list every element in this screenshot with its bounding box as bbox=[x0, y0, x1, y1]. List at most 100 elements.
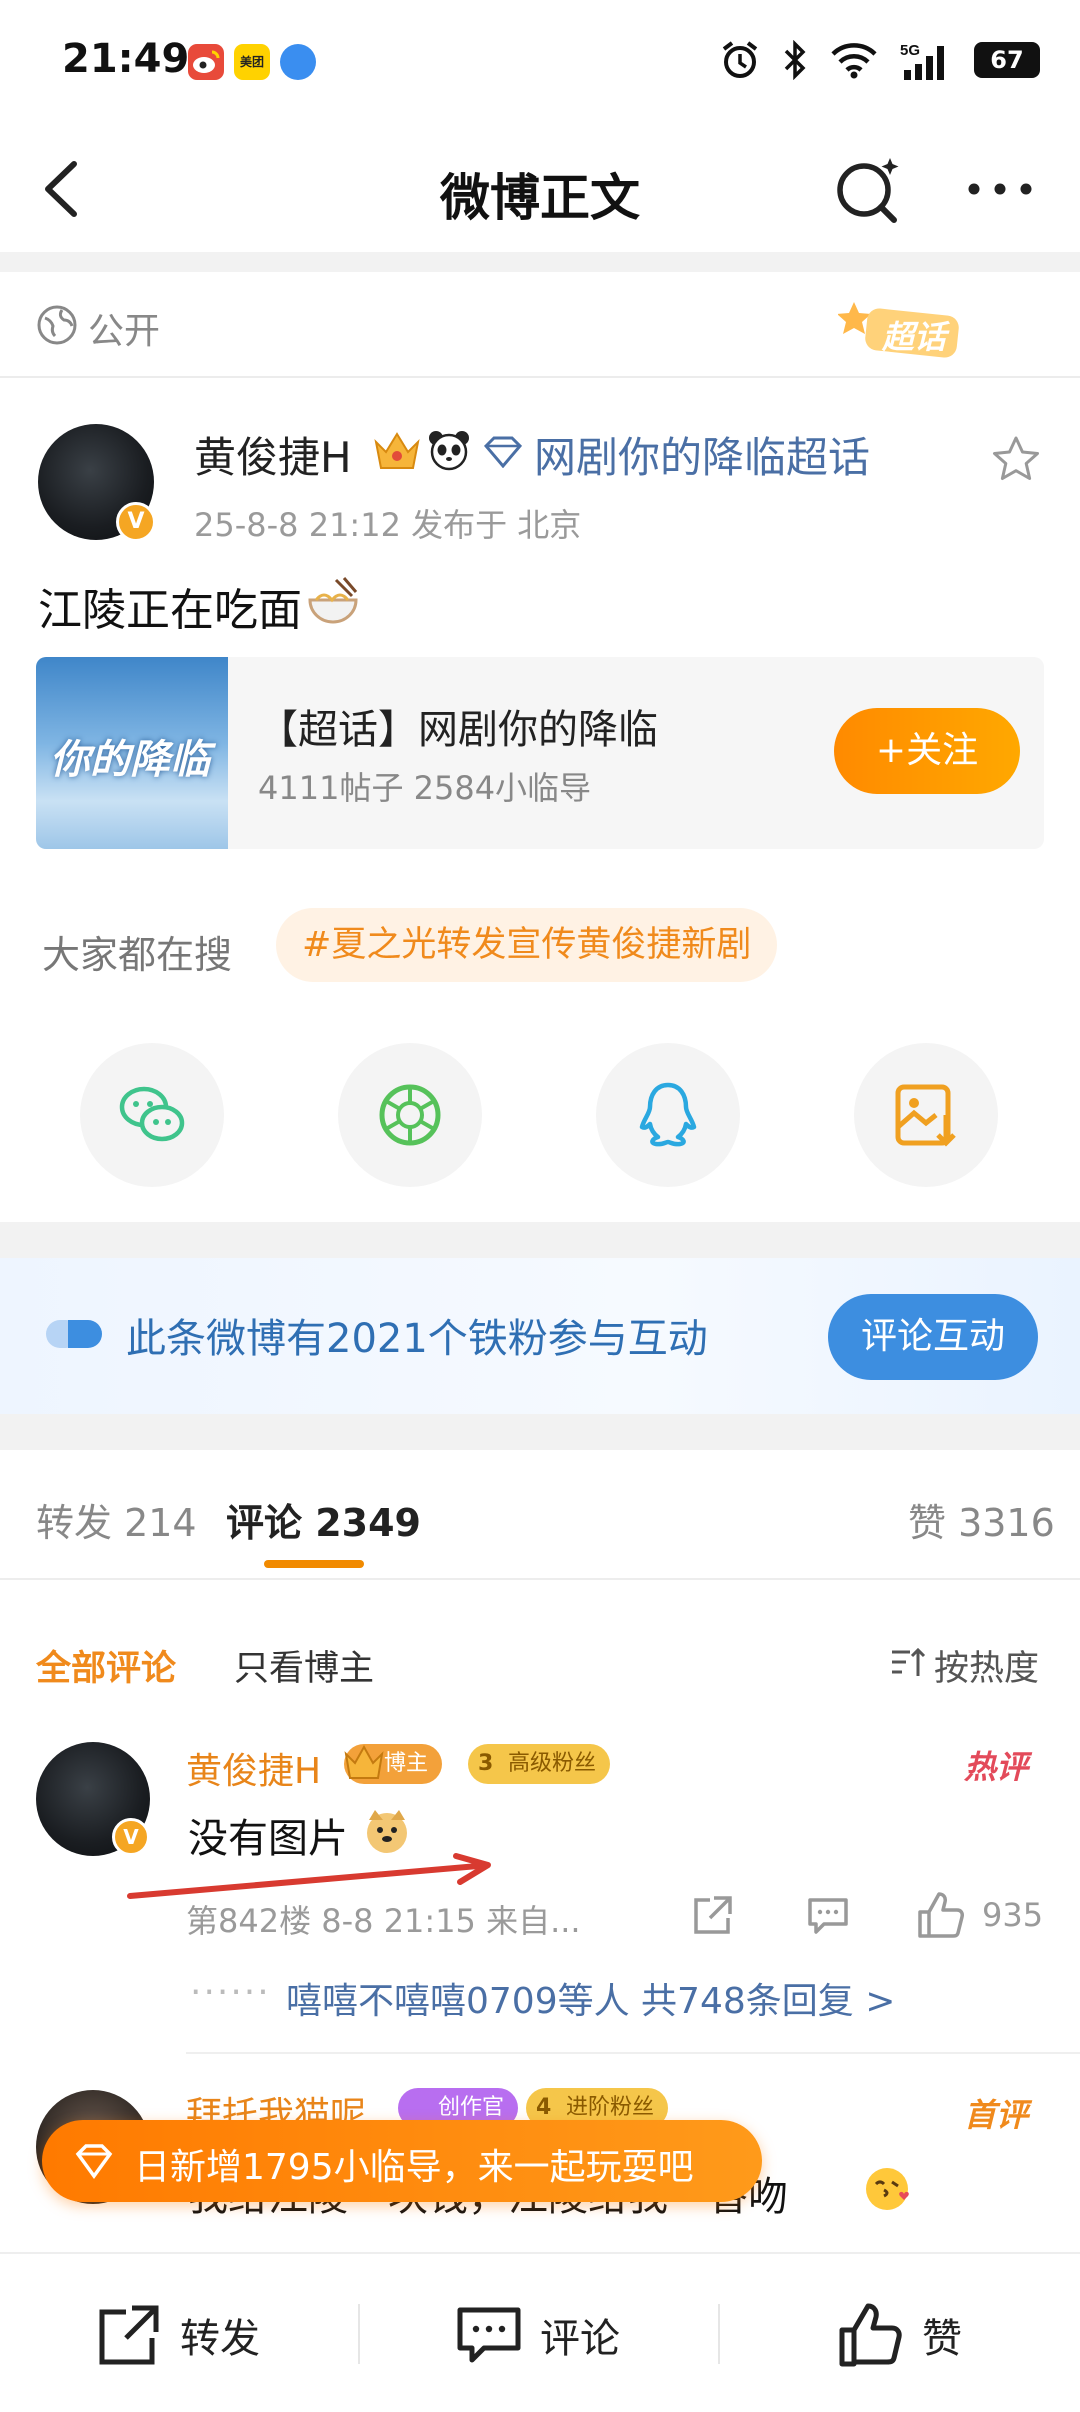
hot-comment-label: 热评 bbox=[964, 1748, 1029, 1786]
first-comment-label: 首评 bbox=[964, 2096, 1029, 2134]
comment-like-count: 935 bbox=[982, 1896, 1044, 1934]
author-name[interactable]: 黄俊捷H bbox=[194, 424, 352, 485]
crown-icon bbox=[344, 1744, 384, 1779]
save-image-button[interactable] bbox=[854, 1043, 998, 1187]
share-qq-button[interactable] bbox=[596, 1043, 740, 1187]
weibo-icon bbox=[188, 44, 224, 80]
moments-icon bbox=[379, 1084, 441, 1146]
diamond-icon bbox=[75, 2144, 113, 2179]
fan-level-badge: 3 高级粉丝 bbox=[468, 1744, 611, 1784]
noodle-bowl-icon bbox=[308, 577, 358, 624]
view-replies-link[interactable]: 嘻嘻不嘻嘻0709等人 共748条回复 > bbox=[286, 1972, 895, 2024]
crown-icon bbox=[374, 432, 420, 469]
share-wechat-button[interactable] bbox=[80, 1043, 224, 1187]
tab-likes[interactable]: 赞 3316 bbox=[908, 1492, 1055, 1547]
thumbs-up-icon bbox=[839, 2303, 902, 2367]
sort-by-hot-button[interactable]: 按热度 bbox=[934, 1640, 1039, 1691]
section-divider bbox=[0, 1222, 1080, 1258]
more-options-button[interactable] bbox=[960, 164, 1040, 214]
filter-all-comments[interactable]: 全部评论 bbox=[36, 1640, 176, 1691]
tab-divider bbox=[0, 1578, 1080, 1580]
comment-button[interactable]: 评论 bbox=[456, 2300, 620, 2370]
top-navigation: 微博正文 bbox=[0, 124, 1080, 252]
search-icon bbox=[837, 158, 899, 223]
bottom-separator bbox=[718, 2304, 720, 2364]
share-moments-button[interactable] bbox=[338, 1043, 482, 1187]
meituan-icon: 美团 bbox=[234, 44, 270, 80]
section-divider bbox=[0, 1414, 1080, 1450]
sort-icon bbox=[892, 1647, 926, 1676]
fan-badge-icon bbox=[46, 1320, 102, 1348]
bottom-action-bar: 转发 评论 赞 bbox=[0, 2252, 1080, 2412]
qq-icon bbox=[639, 1082, 697, 1147]
commenter-name[interactable]: 黄俊捷H bbox=[186, 1742, 321, 1794]
repost-label: 转发 bbox=[180, 2316, 260, 2362]
globe-icon bbox=[37, 305, 77, 345]
favorite-star-icon[interactable] bbox=[990, 434, 1042, 484]
wechat-icon bbox=[119, 1086, 185, 1142]
author-badge-label: 博主 bbox=[384, 1751, 429, 1776]
status-icons: 5G 67 bbox=[720, 38, 1040, 82]
status-bar: 21:49 美团 5G 67 bbox=[0, 0, 1080, 124]
tab-comments[interactable]: 评论 2349 bbox=[226, 1492, 421, 1547]
comment-meta: 第842楼 8-8 21:15 来自... bbox=[186, 1902, 581, 1940]
battery-indicator: 67 bbox=[974, 42, 1040, 78]
fan-level-label: 进阶粉丝 bbox=[566, 2095, 655, 2120]
search-button[interactable] bbox=[832, 154, 902, 224]
author-badge: 博主 bbox=[344, 1744, 443, 1784]
post-text: 江陵正在吃面 bbox=[38, 574, 302, 638]
post-text-content: 江陵正在吃面 bbox=[38, 585, 302, 636]
section-divider bbox=[0, 252, 1080, 272]
repost-icon bbox=[99, 2305, 159, 2365]
filter-owner-only[interactable]: 只看博主 bbox=[234, 1640, 374, 1691]
share-icon[interactable] bbox=[690, 1894, 734, 1938]
verified-badge: V bbox=[116, 502, 156, 542]
creator-badge-label: 创作官 bbox=[438, 2095, 505, 2120]
reply-icon[interactable] bbox=[806, 1894, 850, 1938]
blue-app-icon bbox=[280, 44, 316, 80]
promo-text: 日新增1795小临导，来一起玩耍吧 bbox=[134, 2147, 694, 2188]
promo-banner[interactable]: 日新增1795小临导，来一起玩耍吧 bbox=[42, 2120, 762, 2202]
diamond-icon bbox=[483, 436, 523, 468]
super-topic-link[interactable]: 网剧你的降临超话 bbox=[534, 424, 870, 485]
topic-stats: 4111帖子 2584小临导 bbox=[258, 769, 592, 807]
more-icon bbox=[968, 183, 1032, 195]
bottom-separator bbox=[358, 2304, 360, 2364]
trending-hashtag[interactable]: #夏之光转发宣传黄俊捷新剧 bbox=[276, 908, 778, 982]
like-label: 赞 bbox=[922, 2316, 962, 2362]
visibility-label: 公开 bbox=[88, 311, 161, 352]
kiss-emoji-icon bbox=[866, 2168, 909, 2210]
bluetooth-icon bbox=[784, 40, 806, 80]
wifi-icon bbox=[831, 43, 877, 79]
like-button[interactable]: 赞 bbox=[838, 2300, 962, 2370]
comment-divider bbox=[186, 2052, 1080, 2054]
page-title: 微博正文 bbox=[440, 169, 640, 227]
signal-5g-icon: 5G bbox=[900, 42, 944, 80]
repost-button[interactable]: 转发 bbox=[96, 2300, 260, 2370]
comment-interact-button[interactable]: 评论互动 bbox=[828, 1294, 1038, 1380]
topic-title: 【超话】网剧你的降临 bbox=[258, 707, 658, 753]
reply-dots: ······ bbox=[190, 1972, 271, 2013]
comment-label: 评论 bbox=[540, 2316, 620, 2362]
comment-icon bbox=[457, 2307, 521, 2363]
alarm-icon bbox=[722, 41, 758, 78]
iron-fans-text: 此条微博有2021个铁粉参与互动 bbox=[126, 1316, 708, 1362]
topic-cover-text: 你的降临 bbox=[50, 737, 210, 783]
fan-level-number: 3 bbox=[478, 1751, 494, 1776]
doge-emoji-icon bbox=[367, 1810, 407, 1853]
panda-icon bbox=[429, 431, 469, 471]
post-meta: 25-8-8 21:12 发布于 北京 bbox=[194, 506, 582, 544]
thumbs-up-icon[interactable] bbox=[916, 1890, 966, 1940]
super-topic-card[interactable]: 你的降临 【超话】网剧你的降临 4111帖子 2584小临导 +关注 bbox=[36, 657, 1044, 849]
verified-badge: V bbox=[112, 1818, 150, 1856]
iron-fans-banner: 此条微博有2021个铁粉参与互动 评论互动 bbox=[0, 1258, 1080, 1414]
follow-button[interactable]: +关注 bbox=[834, 708, 1020, 794]
topic-cover-image: 你的降临 bbox=[36, 657, 228, 849]
svg-text:5G: 5G bbox=[900, 42, 920, 59]
red-arrow-annotation bbox=[127, 1853, 491, 1899]
tab-reposts[interactable]: 转发 214 bbox=[36, 1492, 197, 1547]
trending-search-label: 大家都在搜 bbox=[42, 933, 233, 977]
super-topic-badge[interactable]: 超话 bbox=[837, 298, 978, 362]
super-topic-badge-label: 超话 bbox=[882, 318, 947, 356]
fan-level-label: 高级粉丝 bbox=[508, 1751, 597, 1776]
